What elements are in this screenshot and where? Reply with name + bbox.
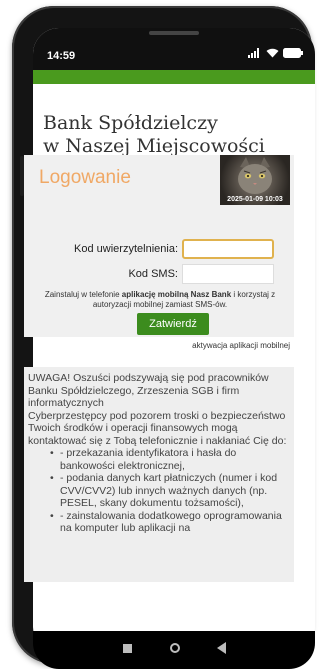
mobile-app-note-part1: Zainstaluj w telefonie: [44, 290, 122, 299]
wifi-icon: [266, 48, 279, 58]
sms-code-input[interactable]: [182, 264, 274, 284]
mobile-app-note: Zainstaluj w telefonie aplikację mobilną…: [34, 290, 286, 310]
signal-icon: [248, 48, 262, 58]
sms-code-row: Kod SMS:: [24, 264, 294, 284]
app-header-bar: [33, 70, 315, 84]
auth-code-row: Kod uwierzytelnienia:: [24, 239, 294, 259]
warning-list: - przekazania identyfikatora i hasła do …: [28, 447, 290, 535]
login-heading: Logowanie: [39, 167, 131, 188]
auth-code-input[interactable]: [182, 239, 274, 259]
mobile-app-name: aplikację mobilną Nasz Bank: [121, 290, 232, 299]
battery-icon: [283, 48, 303, 58]
warning-list-item: - zainstalowania dodatkowego oprogramowa…: [50, 510, 290, 535]
speaker-grille: [149, 31, 199, 35]
status-icons: [248, 48, 303, 58]
login-panel: Logowanie 2025-01-09 10:03 Kod uwierzyte…: [24, 155, 294, 350]
status-bar: 14:59: [33, 28, 315, 70]
warning-list-item: - podania danych kart płatniczych (numer…: [50, 472, 290, 510]
status-time: 14:59: [47, 50, 76, 62]
fraud-warning-panel: UWAGA! Oszuści podszywają się pod pracow…: [24, 367, 294, 582]
activate-mobile-app-link[interactable]: aktywacja aplikacji mobilnej: [192, 341, 290, 350]
home-button[interactable]: [170, 643, 180, 653]
sms-code-label: Kod SMS:: [128, 268, 178, 280]
warning-list-item: - przekazania identyfikatora i hasła do …: [50, 447, 290, 472]
recent-apps-button[interactable]: [123, 644, 132, 653]
bank-name: Bank Spółdzielczy w Naszej Miejscowości: [43, 112, 313, 158]
bank-name-line1: Bank Spółdzielczy: [43, 112, 218, 134]
security-photo: 2025-01-09 10:03: [220, 155, 290, 205]
auth-code-label: Kod uwierzytelnienia:: [74, 243, 178, 255]
warning-body: Cyberprzestępcy pod pozorem troski o bez…: [28, 409, 287, 447]
photo-timestamp: 2025-01-09 10:03: [227, 196, 283, 203]
android-nav-bar: [33, 631, 315, 669]
warning-intro: UWAGA! Oszuści podszywają się pod pracow…: [28, 372, 269, 409]
back-button[interactable]: [217, 642, 226, 654]
submit-button[interactable]: Zatwierdź: [137, 313, 209, 335]
